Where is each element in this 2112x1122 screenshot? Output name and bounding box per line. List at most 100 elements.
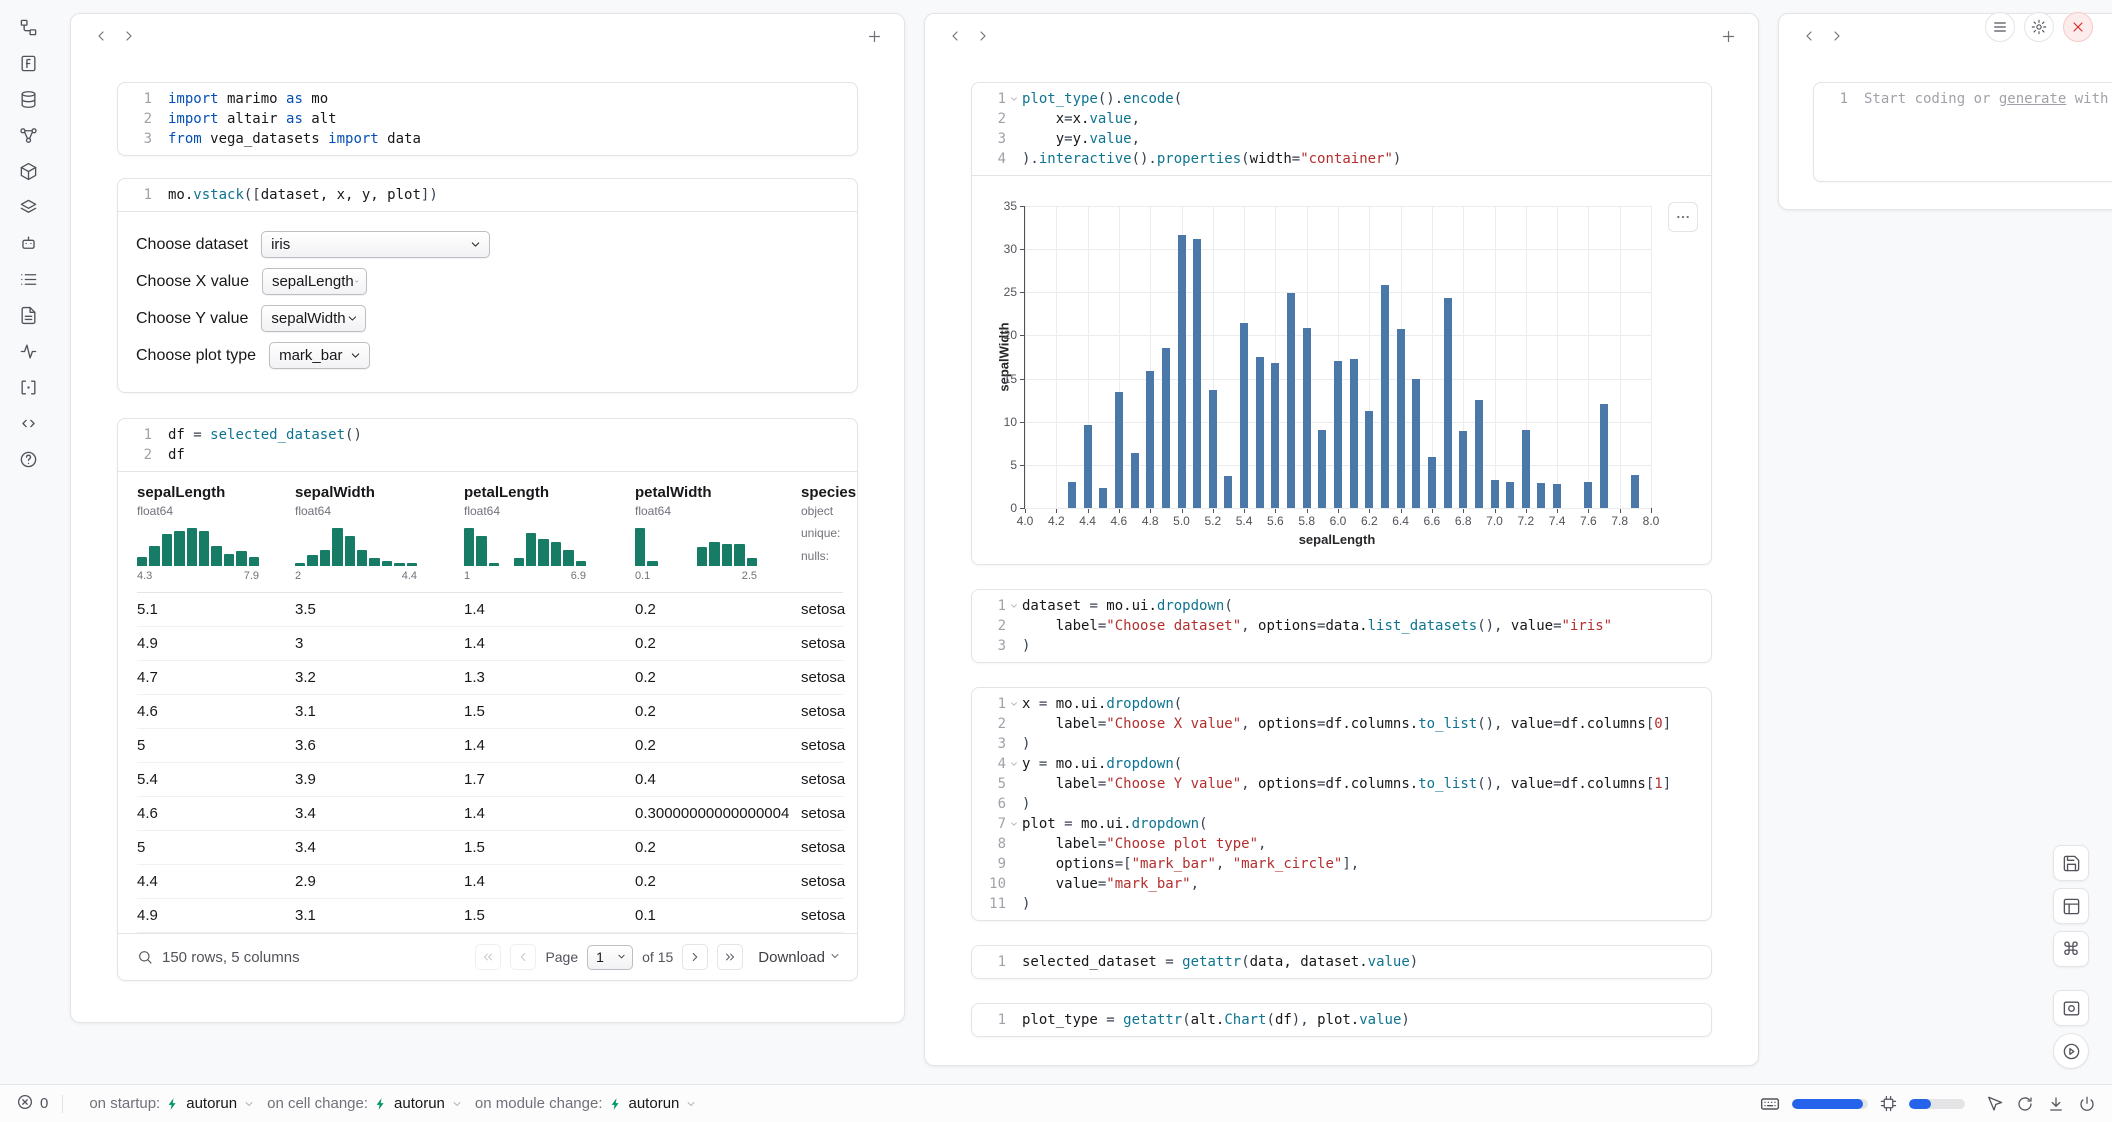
cell-empty-scratch[interactable]: 1Start coding or generate with AI <box>1813 82 2112 182</box>
shortcuts-button[interactable]: ⌘ <box>2053 931 2089 967</box>
add-cell-icon[interactable] <box>1714 22 1742 50</box>
sidebar-tracing-panel[interactable] <box>15 338 41 364</box>
chart-bar <box>1193 239 1201 508</box>
download-button[interactable]: Download <box>758 949 841 966</box>
dataset-select[interactable]: iris <box>261 231 490 258</box>
cell-dataframe[interactable]: 1df = selected_dataset()2df sepalLengthf… <box>117 418 858 981</box>
table-row[interactable]: 5.43.91.70.4setosa <box>137 763 843 797</box>
chart-bar <box>1459 431 1467 508</box>
prev-page-button[interactable] <box>510 944 536 970</box>
sidebar-snippets-panel[interactable] <box>15 410 41 436</box>
column-header-sepalWidth[interactable]: sepalWidthfloat64 24.4 <box>295 484 464 582</box>
chart-bar <box>1209 390 1217 508</box>
cell-imports[interactable]: 1import marimo as mo2import altair as al… <box>117 82 858 156</box>
sidebar-documentation-panel[interactable] <box>15 302 41 328</box>
code-editor[interactable]: 1Start coding or generate with AI <box>1814 83 2112 115</box>
on-cell-change-setting[interactable]: on cell change: autorun <box>267 1095 463 1112</box>
sidebar-help-panel[interactable] <box>15 446 41 472</box>
chart-plot-area[interactable]: 4.0 4.2 4.4 4.6 4.8 5.0 5.2 5.4 <box>1024 206 1651 509</box>
download-notebook-icon[interactable] <box>2047 1095 2065 1113</box>
code-line: 8 label="Choose plot type", <box>978 834 1701 854</box>
errors-indicator[interactable]: 0 <box>16 1093 48 1115</box>
sidebar-outline-panel[interactable] <box>15 194 41 220</box>
app-view-button[interactable] <box>2053 990 2089 1026</box>
search-icon[interactable] <box>137 949 153 965</box>
ai-pointer-icon[interactable] <box>1985 1095 2003 1113</box>
notebook-menu-button[interactable] <box>1985 12 2015 42</box>
run-button[interactable] <box>2053 1033 2089 1069</box>
chevron-right-icon[interactable] <box>115 22 143 50</box>
code-editor[interactable]: 1selected_dataset = getattr(data, datase… <box>972 946 1711 978</box>
shutdown-kernel-icon[interactable] <box>2078 1095 2096 1113</box>
keyboard-icon[interactable] <box>1760 1094 1780 1114</box>
chart-options-button[interactable] <box>1668 202 1698 232</box>
table-row[interactable]: 4.42.91.40.2setosa <box>137 865 843 899</box>
plot-type-select[interactable]: mark_bar <box>269 342 370 369</box>
memory-chip-icon[interactable] <box>1880 1095 1897 1112</box>
code-editor[interactable]: 1df = selected_dataset()2df <box>118 419 857 471</box>
next-page-button[interactable] <box>682 944 708 970</box>
page-select[interactable]: 1 <box>587 945 633 970</box>
sidebar-dependencies-panel[interactable] <box>15 122 41 148</box>
sidebar-variables-panel[interactable] <box>15 374 41 400</box>
table-row[interactable]: 4.63.41.40.30000000000000004setosa <box>137 797 843 831</box>
cell-xy-plot-dropdowns[interactable]: 1x = mo.ui.dropdown(2 label="Choose X va… <box>971 687 1712 921</box>
column-header-petalWidth[interactable]: petalWidthfloat64 0.12.5 <box>635 484 801 582</box>
code-line: 2import altair as alt <box>124 109 847 129</box>
code-editor[interactable]: 1dataset = mo.ui.dropdown(2 label="Choos… <box>972 590 1711 662</box>
column-header-species[interactable]: speciesobjectunique:nulls: <box>801 484 857 582</box>
sidebar-datasets-panel[interactable] <box>15 86 41 112</box>
on-module-change-setting[interactable]: on module change: autorun <box>475 1095 697 1112</box>
code-editor[interactable]: 1plot_type = getattr(alt.Chart(df), plot… <box>972 1004 1711 1036</box>
code-editor[interactable]: 1mo.vstack([dataset, x, y, plot]) <box>118 179 857 211</box>
x-value-select[interactable]: sepalLength <box>262 268 367 295</box>
chart-bar <box>1240 323 1248 509</box>
table-row[interactable]: 4.93.11.50.1setosa <box>137 899 843 933</box>
code-editor[interactable]: 1plot_type().encode(2 x=x.value,3 y=y.va… <box>972 83 1711 175</box>
sidebar-logs-panel[interactable] <box>15 266 41 292</box>
sidebar-notebook-panel[interactable] <box>15 14 41 40</box>
y-value-select[interactable]: sepalWidth <box>261 305 366 332</box>
sidebar-packages-panel[interactable] <box>15 158 41 184</box>
restart-kernel-icon[interactable] <box>2016 1095 2034 1113</box>
column-header-petalLength[interactable]: petalLengthfloat64 16.9 <box>464 484 635 582</box>
table-footer: 150 rows, 5 columns Page 1 of 15 Downloa… <box>118 933 857 980</box>
column-header-sepalLength[interactable]: sepalLengthfloat64 4.37.9 <box>137 484 295 582</box>
sidebar-ai-panel[interactable] <box>15 230 41 256</box>
action-rail: ⌘ <box>2053 845 2089 1069</box>
chevron-left-icon[interactable] <box>1795 22 1823 50</box>
cell-vstack[interactable]: 1mo.vstack([dataset, x, y, plot]) Choose… <box>117 178 858 393</box>
code-editor[interactable]: 1x = mo.ui.dropdown(2 label="Choose X va… <box>972 688 1711 920</box>
table-row[interactable]: 5.13.51.40.2setosa <box>137 593 843 627</box>
layout-button[interactable] <box>2053 888 2089 924</box>
column-histogram <box>137 526 259 566</box>
shutdown-button[interactable] <box>2063 12 2093 42</box>
marimo-notebook: 1import marimo as mo2import altair as al… <box>0 0 2112 1122</box>
cell-selected-dataset[interactable]: 1selected_dataset = getattr(data, datase… <box>971 945 1712 979</box>
on-startup-setting[interactable]: on startup: autorun <box>89 1095 255 1112</box>
dataset-row: Choose dataset iris <box>136 226 857 263</box>
chevron-right-icon[interactable] <box>969 22 997 50</box>
settings-button[interactable] <box>2024 12 2054 42</box>
chart-bar <box>1099 488 1107 508</box>
chevron-left-icon[interactable] <box>941 22 969 50</box>
cell-plot-type[interactable]: 1plot_type = getattr(alt.Chart(df), plot… <box>971 1003 1712 1037</box>
table-row[interactable]: 53.61.40.2setosa <box>137 729 843 763</box>
add-cell-icon[interactable] <box>860 22 888 50</box>
table-row[interactable]: 4.63.11.50.2setosa <box>137 695 843 729</box>
chevron-right-icon[interactable] <box>1823 22 1851 50</box>
cell-dataset-dropdown[interactable]: 1dataset = mo.ui.dropdown(2 label="Choos… <box>971 589 1712 663</box>
table-row[interactable]: 4.73.21.30.2setosa <box>137 661 843 695</box>
code-editor[interactable]: 1import marimo as mo2import altair as al… <box>118 83 857 155</box>
last-page-button[interactable] <box>717 944 743 970</box>
chevron-left-icon[interactable] <box>87 22 115 50</box>
chart-bar <box>1131 453 1139 508</box>
first-page-button[interactable] <box>475 944 501 970</box>
cell-chart[interactable]: 1plot_type().encode(2 x=x.value,3 y=y.va… <box>971 82 1712 565</box>
sidebar-files-panel[interactable] <box>15 50 41 76</box>
chart-bar <box>1584 482 1592 508</box>
save-button[interactable] <box>2053 845 2089 881</box>
table-row[interactable]: 53.41.50.2setosa <box>137 831 843 865</box>
code-line: 6) <box>978 794 1701 814</box>
table-row[interactable]: 4.931.40.2setosa <box>137 627 843 661</box>
